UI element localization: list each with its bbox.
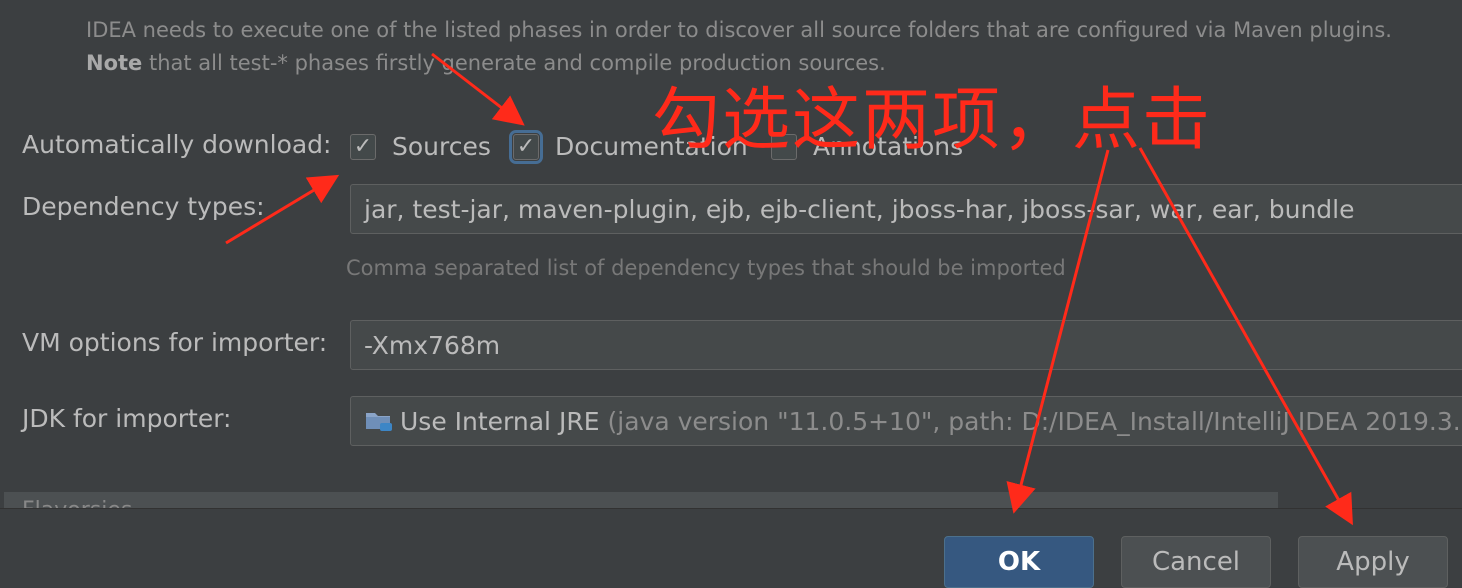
dependency-types-input[interactable]: jar, test-jar, maven-plugin, ejb, ejb-cl… [350, 184, 1462, 234]
jdk-importer-value: Use Internal JRE [400, 407, 600, 436]
vm-options-input[interactable]: -Xmx768m [350, 320, 1462, 370]
vm-options-label: VM options for importer: [22, 328, 327, 357]
folder-java-icon [364, 409, 394, 433]
info-line-1: IDEA needs to execute one of the listed … [86, 14, 1392, 47]
flavors-section-title: Flavorsies [22, 498, 132, 508]
note-label: Note [86, 51, 142, 75]
dependency-types-hint: Comma separated list of dependency types… [346, 256, 1066, 280]
ok-button[interactable]: OK [944, 536, 1094, 588]
sources-checkbox[interactable]: ✓ Sources [350, 132, 491, 161]
documentation-check-icon[interactable]: ✓ [513, 134, 539, 160]
annotation-text: 勾选这两项，点击 [652, 64, 1212, 163]
vm-options-value: -Xmx768m [364, 331, 500, 360]
sources-label: Sources [392, 132, 491, 161]
apply-button[interactable]: Apply [1298, 536, 1448, 588]
auto-download-label: Automatically download: [22, 130, 331, 159]
flavors-section-partial: Flavorsies [4, 492, 1278, 508]
jdk-importer-select[interactable]: Use Internal JRE (java version "11.0.5+1… [350, 396, 1462, 446]
sources-check-icon[interactable]: ✓ [350, 134, 376, 160]
dependency-types-value: jar, test-jar, maven-plugin, ejb, ejb-cl… [364, 195, 1354, 224]
dependency-types-label: Dependency types: [22, 192, 265, 221]
cancel-button[interactable]: Cancel [1121, 536, 1271, 588]
jdk-importer-label: JDK for importer: [22, 404, 231, 433]
jdk-importer-detail: (java version "11.0.5+10", path: D:/IDEA… [608, 407, 1462, 436]
